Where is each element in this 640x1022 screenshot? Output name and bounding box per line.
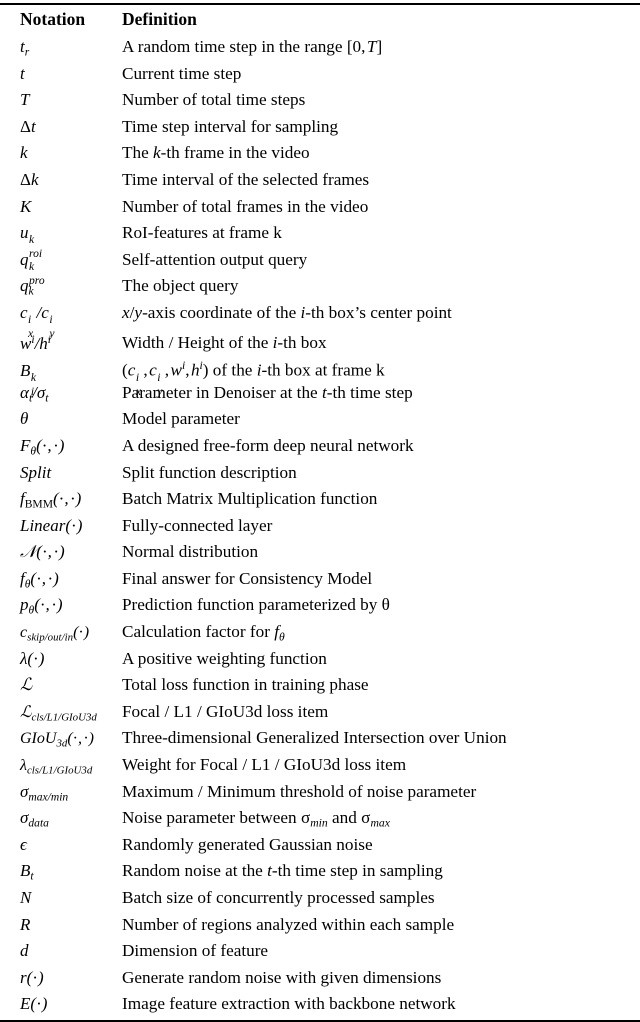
table-row: ℒ Total loss function in training phase bbox=[0, 672, 640, 699]
table-header-row: Notation Definition bbox=[0, 5, 640, 34]
table-row: wi/hi Width / Height of the i-th box bbox=[0, 327, 640, 354]
definition-cell: The object query bbox=[122, 276, 239, 296]
definition-cell: Number of total time steps bbox=[122, 90, 306, 110]
definition-cell: The k-th frame in the video bbox=[122, 143, 310, 163]
table-row: fθ(·, ·) Final answer for Consistency Mo… bbox=[0, 566, 640, 593]
notation-cell: λ(·) bbox=[20, 648, 45, 668]
notation-cell: 𝒩(·, ·) bbox=[20, 542, 65, 563]
definition-cell: Split function description bbox=[122, 462, 297, 482]
definition-cell: Final answer for Consistency Model bbox=[122, 568, 373, 588]
table-row: t Current time step bbox=[0, 61, 640, 88]
notation-cell: q k pro bbox=[20, 249, 45, 287]
table-row: pθ(·, ·) Prediction function parameteriz… bbox=[0, 592, 640, 619]
definition-cell: Image feature extraction with backbone n… bbox=[122, 994, 456, 1014]
notation-cell: k bbox=[20, 143, 28, 163]
column-header-definition: Definition bbox=[122, 9, 197, 29]
definition-cell: Model parameter bbox=[122, 409, 240, 429]
definition-cell: Time step interval for sampling bbox=[122, 116, 339, 136]
notation-cell: t bbox=[20, 63, 25, 83]
notation-cell: ϵ bbox=[20, 834, 27, 854]
table-row: GIoU3d(·, ·) Three-dimensional Generaliz… bbox=[0, 725, 640, 752]
notation-cell: wi/hi bbox=[20, 332, 52, 353]
notation-cell: θ bbox=[20, 409, 29, 429]
definition-cell: Parameter in Denoiser at the t-th time s… bbox=[122, 382, 413, 402]
table-body: tr A random time step in the range [0, T… bbox=[0, 34, 640, 1018]
definition-cell: Batch Matrix Multiplication function bbox=[122, 489, 378, 509]
table-row: Fθ(·, ·) A designed free-form deep neura… bbox=[0, 433, 640, 460]
definition-cell: A designed free-form deep neural network bbox=[122, 435, 414, 455]
table-row: ϵ Randomly generated Gaussian noise bbox=[0, 832, 640, 859]
table-row: T Number of total time steps bbox=[0, 87, 640, 114]
table-row: E(·) Image feature extraction with backb… bbox=[0, 991, 640, 1018]
definition-cell: x/y-axis coordinate of the i-th box’s ce… bbox=[122, 302, 452, 322]
table-row: qk The object query bbox=[0, 273, 640, 300]
definition-cell: Random noise at the t-th time step in sa… bbox=[122, 861, 443, 881]
notation-cell: T bbox=[20, 90, 30, 110]
table-row: cskip/out/in(·) Calculation factor for f… bbox=[0, 619, 640, 646]
definition-cell: Generate random noise with given dimensi… bbox=[122, 967, 442, 987]
table-row: λ(·) A positive weighting function bbox=[0, 646, 640, 673]
notation-cell: Linear(·) bbox=[20, 515, 83, 535]
table-row: Δt Time step interval for sampling bbox=[0, 114, 640, 141]
table-row: Bt Random noise at the t-th time step in… bbox=[0, 858, 640, 885]
table-row: θ Model parameter bbox=[0, 406, 640, 433]
table-row: u k roi RoI-features at frame k bbox=[0, 220, 640, 261]
definition-cell: RoI-features at frame k bbox=[122, 223, 282, 243]
table-row: Linear(·) Fully-connected layer bbox=[0, 513, 640, 540]
definition-cell: Self-attention output query bbox=[122, 249, 308, 269]
notation-cell: E(·) bbox=[20, 994, 48, 1014]
definition-cell: Number of total frames in the video bbox=[122, 196, 369, 216]
notation-cell: d bbox=[20, 941, 29, 961]
notation-cell: Δk bbox=[20, 169, 39, 189]
table-row: σdata Noise parameter between σmin and σ… bbox=[0, 805, 640, 832]
table-row: σmax/min Maximum / Minimum threshold of … bbox=[0, 779, 640, 806]
definition-cell: Normal distribution bbox=[122, 542, 259, 562]
definition-cell: Focal / L1 / GIoU3d loss item bbox=[122, 701, 329, 721]
column-header-notation: Notation bbox=[20, 9, 86, 29]
table-row: d Dimension of feature bbox=[0, 938, 640, 965]
notation-cell: R bbox=[20, 914, 31, 934]
notation-cell: Split bbox=[20, 462, 52, 482]
definition-cell: Prediction function parameterized by θ bbox=[122, 595, 390, 615]
notation-cell: u k roi bbox=[20, 223, 43, 261]
definition-cell: Fully-connected layer bbox=[122, 515, 273, 535]
table-row: R Number of regions analyzed within each… bbox=[0, 912, 640, 939]
definition-cell: Time interval of the selected frames bbox=[122, 169, 370, 189]
definition-cell: Three-dimensional Generalized Intersecti… bbox=[122, 728, 507, 748]
table-row: Split Split function description bbox=[0, 460, 640, 487]
notation-cell: N bbox=[20, 888, 32, 907]
table-row: q k pro Self-attention output query bbox=[0, 247, 640, 287]
table-row: N Batch size of concurrently processed s… bbox=[0, 885, 640, 912]
definition-cell: A positive weighting function bbox=[122, 648, 327, 668]
table-row: Δk Time interval of the selected frames bbox=[0, 167, 640, 194]
definition-cell: Maximum / Minimum threshold of noise par… bbox=[122, 781, 477, 801]
table-row: fBMM(·, ·) Batch Matrix Multiplication f… bbox=[0, 486, 640, 513]
definition-cell: Weight for Focal / L1 / GIoU3d loss item bbox=[122, 755, 407, 775]
definition-cell: Batch size of concurrently processed sam… bbox=[122, 888, 435, 907]
definition-cell: Number of regions analyzed within each s… bbox=[122, 914, 455, 934]
table-row: ℒcls/L1/GIoU3d Focal / L1 / GIoU3d loss … bbox=[0, 699, 640, 726]
definition-cell: Randomly generated Gaussian noise bbox=[122, 834, 373, 854]
definition-cell: Dimension of feature bbox=[122, 941, 269, 961]
definition-cell: Current time step bbox=[122, 63, 242, 83]
notation-cell: Δt bbox=[20, 116, 36, 136]
table-row: k The k-th frame in the video bbox=[0, 140, 640, 167]
notation-cell: cix /c i y bbox=[20, 302, 55, 341]
table-row: K Number of total frames in the video bbox=[0, 194, 640, 221]
table-row: cix /c i y x/y-axis coordinate of the i-th… bbox=[0, 300, 640, 341]
notation-cell: ℒ bbox=[20, 675, 33, 696]
notation-definition-table: Notation Definition tr A random time ste… bbox=[0, 3, 640, 1022]
definition-cell: Total loss function in training phase bbox=[122, 675, 369, 695]
table-row: Bki (c i x , ciy , wi, hi) of the i-th box… bbox=[0, 353, 640, 398]
table-row: 𝒩(·, ·) Normal distribution bbox=[0, 539, 640, 566]
notation-cell: K bbox=[20, 196, 32, 216]
table-row: tr A random time step in the range [0, T… bbox=[0, 34, 640, 61]
table-row: αt/σt Parameter in Denoiser at the t-th … bbox=[0, 380, 640, 407]
notation-cell: r(·) bbox=[20, 967, 44, 987]
definition-cell: A random time step in the range [0, T] bbox=[122, 37, 383, 56]
table-row: r(·) Generate random noise with given di… bbox=[0, 965, 640, 992]
table-row: λcls/L1/GIoU3d Weight for Focal / L1 / G… bbox=[0, 752, 640, 779]
